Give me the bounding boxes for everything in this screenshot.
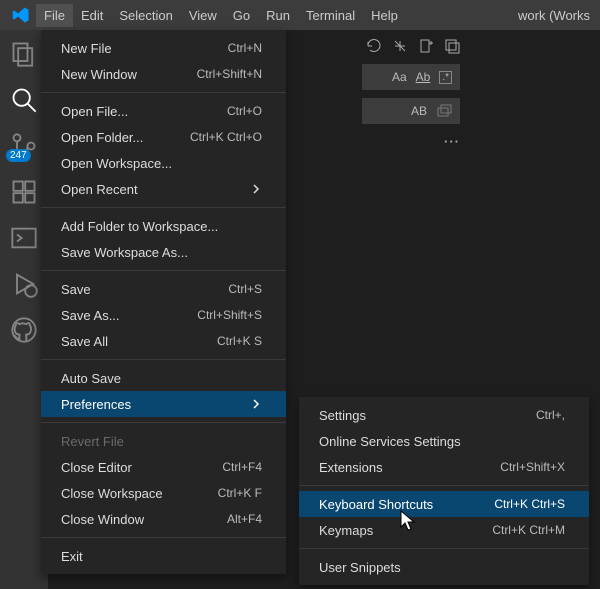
file-menu-save[interactable]: SaveCtrl+S bbox=[41, 276, 286, 302]
preserve-case-opt[interactable]: AB bbox=[411, 104, 427, 118]
menu-file[interactable]: File bbox=[36, 4, 73, 27]
search-icon[interactable] bbox=[10, 86, 38, 114]
menu-selection[interactable]: Selection bbox=[111, 4, 180, 27]
whole-word-opt[interactable]: Ab bbox=[416, 70, 431, 84]
pref-menu-settings[interactable]: SettingsCtrl+, bbox=[299, 402, 589, 428]
file-menu-save-workspace-as-[interactable]: Save Workspace As... bbox=[41, 239, 286, 265]
pref-menu-extensions[interactable]: ExtensionsCtrl+Shift+X bbox=[299, 454, 589, 480]
titlebar: File Edit Selection View Go Run Terminal… bbox=[0, 0, 600, 30]
extensions-icon[interactable] bbox=[10, 178, 38, 206]
new-file-icon[interactable] bbox=[418, 38, 434, 54]
scm-badge: 247 bbox=[6, 149, 31, 162]
vscode-logo-icon bbox=[12, 6, 30, 24]
search-panel: Aa Ab .* AB ··· bbox=[362, 38, 460, 149]
file-menu-close-editor[interactable]: Close EditorCtrl+F4 bbox=[41, 454, 286, 480]
pref-menu-keymaps[interactable]: KeymapsCtrl+K Ctrl+M bbox=[299, 517, 589, 543]
clear-icon[interactable] bbox=[392, 38, 408, 54]
file-menu-close-workspace[interactable]: Close WorkspaceCtrl+K F bbox=[41, 480, 286, 506]
window-title: work (Works bbox=[518, 8, 594, 23]
toggle-details-icon[interactable]: ··· bbox=[362, 134, 460, 149]
debug-console-icon[interactable] bbox=[10, 224, 38, 252]
refresh-icon[interactable] bbox=[366, 38, 382, 54]
file-menu-new-window[interactable]: New WindowCtrl+Shift+N bbox=[41, 61, 286, 87]
pref-menu-user-snippets[interactable]: User Snippets bbox=[299, 554, 589, 580]
file-menu-new-file[interactable]: New FileCtrl+N bbox=[41, 35, 286, 61]
menu-view[interactable]: View bbox=[181, 4, 225, 27]
source-control-icon[interactable]: 247 bbox=[10, 132, 38, 160]
menu-run[interactable]: Run bbox=[258, 4, 298, 27]
menu-help[interactable]: Help bbox=[363, 4, 406, 27]
pref-menu-online-services-settings[interactable]: Online Services Settings bbox=[299, 428, 589, 454]
search-input-row[interactable]: Aa Ab .* bbox=[362, 64, 460, 90]
file-menu-open-file-[interactable]: Open File...Ctrl+O bbox=[41, 98, 286, 124]
file-menu-add-folder-to-workspace-[interactable]: Add Folder to Workspace... bbox=[41, 213, 286, 239]
github-icon[interactable] bbox=[10, 316, 38, 344]
match-case-opt[interactable]: Aa bbox=[392, 70, 407, 84]
replace-input-row[interactable]: AB bbox=[362, 98, 460, 124]
menu-terminal[interactable]: Terminal bbox=[298, 4, 363, 27]
file-menu-save-as-[interactable]: Save As...Ctrl+Shift+S bbox=[41, 302, 286, 328]
explorer-icon[interactable] bbox=[10, 40, 38, 68]
preferences-submenu: SettingsCtrl+,Online Services SettingsEx… bbox=[299, 397, 589, 585]
regex-opt[interactable]: .* bbox=[439, 71, 452, 84]
menu-go[interactable]: Go bbox=[225, 4, 258, 27]
file-menu-auto-save[interactable]: Auto Save bbox=[41, 365, 286, 391]
file-menu-open-recent[interactable]: Open Recent bbox=[41, 176, 286, 202]
file-menu-open-workspace-[interactable]: Open Workspace... bbox=[41, 150, 286, 176]
collapse-icon[interactable] bbox=[444, 38, 460, 54]
file-menu-exit[interactable]: Exit bbox=[41, 543, 286, 569]
menu-edit[interactable]: Edit bbox=[73, 4, 111, 27]
file-menu-preferences[interactable]: Preferences bbox=[41, 391, 286, 417]
replace-all-icon[interactable] bbox=[436, 103, 452, 119]
file-menu-save-all[interactable]: Save AllCtrl+K S bbox=[41, 328, 286, 354]
file-menu-dropdown: New FileCtrl+NNew WindowCtrl+Shift+N Open… bbox=[41, 30, 286, 574]
file-menu-close-window[interactable]: Close WindowAlt+F4 bbox=[41, 506, 286, 532]
file-menu-revert-file: Revert File bbox=[41, 428, 286, 454]
pref-menu-keyboard-shortcuts[interactable]: Keyboard ShortcutsCtrl+K Ctrl+S bbox=[299, 491, 589, 517]
run-debug-icon[interactable] bbox=[10, 270, 38, 298]
menubar: File Edit Selection View Go Run Terminal… bbox=[36, 4, 406, 27]
file-menu-open-folder-[interactable]: Open Folder...Ctrl+K Ctrl+O bbox=[41, 124, 286, 150]
